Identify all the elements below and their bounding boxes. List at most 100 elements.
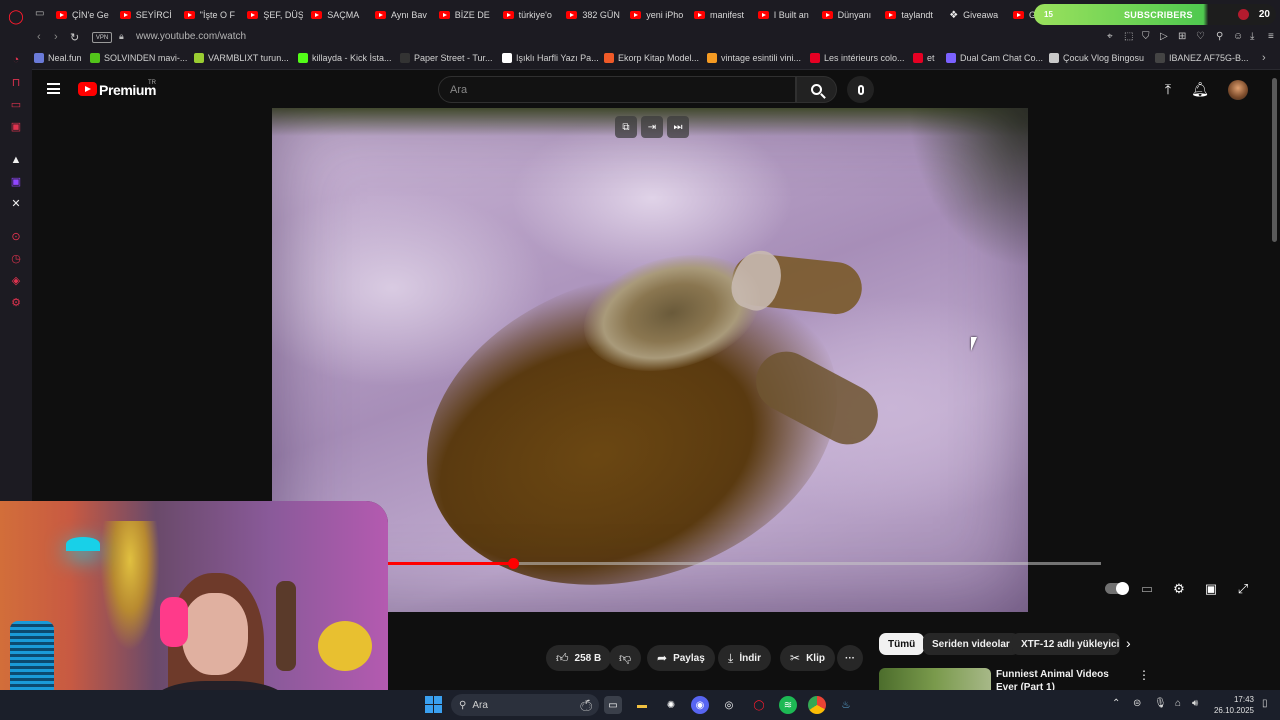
vpn-badge[interactable]: VPN xyxy=(92,32,112,43)
bookmark-item[interactable]: et xyxy=(913,53,935,63)
search-input[interactable]: Ara xyxy=(438,76,796,103)
youtube-logo-icon[interactable] xyxy=(78,82,97,96)
crop-icon[interactable]: ⊞ xyxy=(1178,31,1186,42)
clip-button[interactable]: ✂ Klip xyxy=(780,645,835,671)
x-twitter-icon[interactable]: ✕ xyxy=(9,197,23,211)
browser-tab[interactable]: manifest xyxy=(694,6,750,24)
bookmark-item[interactable]: Paper Street - Tur... xyxy=(400,53,493,63)
tray-expand-icon[interactable]: ⌃ xyxy=(1112,698,1120,709)
browser-tab[interactable]: türkiye'o xyxy=(502,6,559,24)
obs-icon[interactable]: ◎ xyxy=(720,696,738,714)
notification-center-icon[interactable]: ▯ xyxy=(1262,698,1268,709)
bookmark-item[interactable]: Ekorp Kitap Model... xyxy=(604,53,699,63)
chips-next-icon[interactable]: › xyxy=(1126,635,1131,651)
volume-icon[interactable]: 🔊︎ xyxy=(1192,698,1198,709)
forward-icon[interactable]: › xyxy=(54,31,58,43)
like-button[interactable]: 👍︎ 258 B xyxy=(546,645,612,671)
hamburger-menu-icon[interactable] xyxy=(47,83,60,94)
menu-lines-icon[interactable]: ≡ xyxy=(1268,31,1274,42)
bookmark-item[interactable]: vintage esintili vini... xyxy=(707,53,801,63)
pin-icon[interactable]: ⌖ xyxy=(1107,31,1113,42)
lock-icon[interactable]: 🔒︎ xyxy=(119,31,124,42)
recommendation-thumbnail[interactable] xyxy=(879,668,991,690)
play-icon[interactable]: ▷ xyxy=(1160,31,1168,42)
chrome-icon[interactable] xyxy=(808,696,826,714)
browser-tab[interactable]: SAÇMA xyxy=(311,6,367,24)
steam-icon[interactable]: ♨ xyxy=(837,696,855,714)
settings-side-icon[interactable]: ⚙ xyxy=(9,296,23,310)
search-button[interactable] xyxy=(796,76,837,103)
extensions-side-icon[interactable]: ◈ xyxy=(9,274,23,288)
bookmark-item[interactable]: Les intérieurs colo... xyxy=(810,53,905,63)
tray-mic-icon[interactable]: 🎙︎ xyxy=(1154,698,1167,709)
network-icon[interactable]: ⌂ xyxy=(1175,698,1181,709)
download-button[interactable]: ⤓ İndir xyxy=(718,645,771,671)
browser-tab[interactable]: ŞEF, DÜŞ xyxy=(247,6,303,24)
settings-gear-icon[interactable]: ⚙ xyxy=(1169,580,1189,598)
youtube-side-icon[interactable]: ▣ xyxy=(9,120,23,134)
browser-tab[interactable]: I Built an xyxy=(757,6,814,24)
bookmark-item[interactable]: IBANEZ AF75G-B... xyxy=(1155,53,1249,63)
task-view-icon[interactable]: ▭ xyxy=(604,696,622,714)
chip-uploader[interactable]: XTF-12 adlı yükleyici xyxy=(1012,633,1120,655)
browser-tab[interactable]: 382 GÜN xyxy=(566,6,622,24)
bookmark-item[interactable]: Çocuk Vlog Bingosu xyxy=(1049,53,1144,63)
picture-in-picture-icon[interactable]: ⇥ xyxy=(641,116,663,138)
notifications-bell-icon[interactable]: 🔔︎ xyxy=(1191,80,1209,98)
miniplayer-icon[interactable]: ⧉ xyxy=(615,116,637,138)
theater-mode-icon[interactable]: ▣ xyxy=(1201,580,1221,598)
subtitles-icon[interactable]: ▭ xyxy=(1137,580,1157,598)
browser-tab[interactable]: ''İşte O F xyxy=(183,6,240,24)
bag-icon[interactable]: ⊓ xyxy=(9,76,23,90)
app-gear-icon[interactable]: ✺ xyxy=(662,696,680,714)
history-icon[interactable]: ◷ xyxy=(9,252,23,266)
browser-tab[interactable]: SEYİRCİ xyxy=(119,6,176,24)
windows-start-icon[interactable] xyxy=(425,696,442,713)
messenger-icon[interactable]: ▭ xyxy=(9,98,23,112)
fullscreen-icon[interactable]: ⤢ xyxy=(1233,580,1253,598)
recommendation-menu-icon[interactable]: ⋮ xyxy=(1138,668,1150,682)
avatar[interactable] xyxy=(1228,80,1248,100)
opera-taskbar-icon[interactable]: ◯ xyxy=(750,696,768,714)
bookmark-item[interactable]: VARMBLIXT turun... xyxy=(194,53,289,63)
autoplay-toggle[interactable] xyxy=(1105,582,1129,595)
download-icon[interactable]: ⤓ xyxy=(1250,31,1254,42)
aria-icon[interactable]: ◔ xyxy=(9,53,23,67)
browser-tab[interactable]: taylandt xyxy=(885,6,941,24)
voice-search-button[interactable] xyxy=(847,76,874,103)
taskbar-search[interactable]: ⚲ Ara 🍊︎ xyxy=(451,694,599,716)
browser-tab[interactable]: ❖ Giveawa xyxy=(949,6,1005,24)
upload-icon[interactable]: ⤒ xyxy=(1159,80,1177,98)
chip-series[interactable]: Seriden videolar xyxy=(923,633,1019,655)
opera-logo-icon[interactable]: ◯ xyxy=(8,9,24,23)
reload-icon[interactable]: ↻ xyxy=(70,31,79,44)
shield-icon[interactable]: ⛉ xyxy=(1142,31,1150,42)
back-icon[interactable]: ‹ xyxy=(37,31,41,43)
more-actions-button[interactable]: ··· xyxy=(837,645,863,671)
video-progress-bar[interactable] xyxy=(388,558,1101,569)
share-button[interactable]: ➦ Paylaş xyxy=(647,645,715,671)
browser-tab[interactable]: Dünyanı xyxy=(821,6,878,24)
url-field[interactable]: www.youtube.com/watch xyxy=(136,31,246,42)
extensions-icon[interactable]: ⚲ xyxy=(1216,31,1223,42)
skip-next-icon[interactable]: ⏭︎ xyxy=(667,116,689,138)
page-scrollbar[interactable] xyxy=(1272,78,1277,242)
bookmark-item[interactable]: SOLVINDEN mavi-... xyxy=(90,53,187,63)
bookmarks-more-icon[interactable]: › xyxy=(1262,52,1266,64)
discord-icon[interactable]: ◉ xyxy=(691,696,709,714)
profile-icon[interactable]: ☺ xyxy=(1233,31,1243,42)
bookmark-item[interactable]: Işıklı Harfli Yazı Pa... xyxy=(502,53,599,63)
browser-tab[interactable]: yeni iPho xyxy=(630,6,686,24)
browser-tab[interactable]: Aynı Bav xyxy=(375,6,431,24)
dislike-button[interactable]: 👎︎ xyxy=(609,645,642,671)
browser-tab[interactable]: BİZE DE xyxy=(438,6,495,24)
twitch-icon[interactable]: ▣ xyxy=(9,175,23,189)
browser-tab[interactable]: ÇİN'e Ge xyxy=(56,6,112,24)
bookmark-item[interactable]: Dual Cam Chat Co... xyxy=(946,53,1043,63)
heart-icon[interactable]: ♡ xyxy=(1196,31,1205,42)
triangle-app-icon[interactable]: ▲ xyxy=(9,153,23,167)
bookmark-item[interactable]: Neal.fun xyxy=(34,53,82,63)
tray-app-icon[interactable]: ⊜ xyxy=(1133,698,1141,709)
chip-all[interactable]: Tümü xyxy=(879,633,925,655)
snapshot-icon[interactable]: ⬚ xyxy=(1124,31,1133,42)
